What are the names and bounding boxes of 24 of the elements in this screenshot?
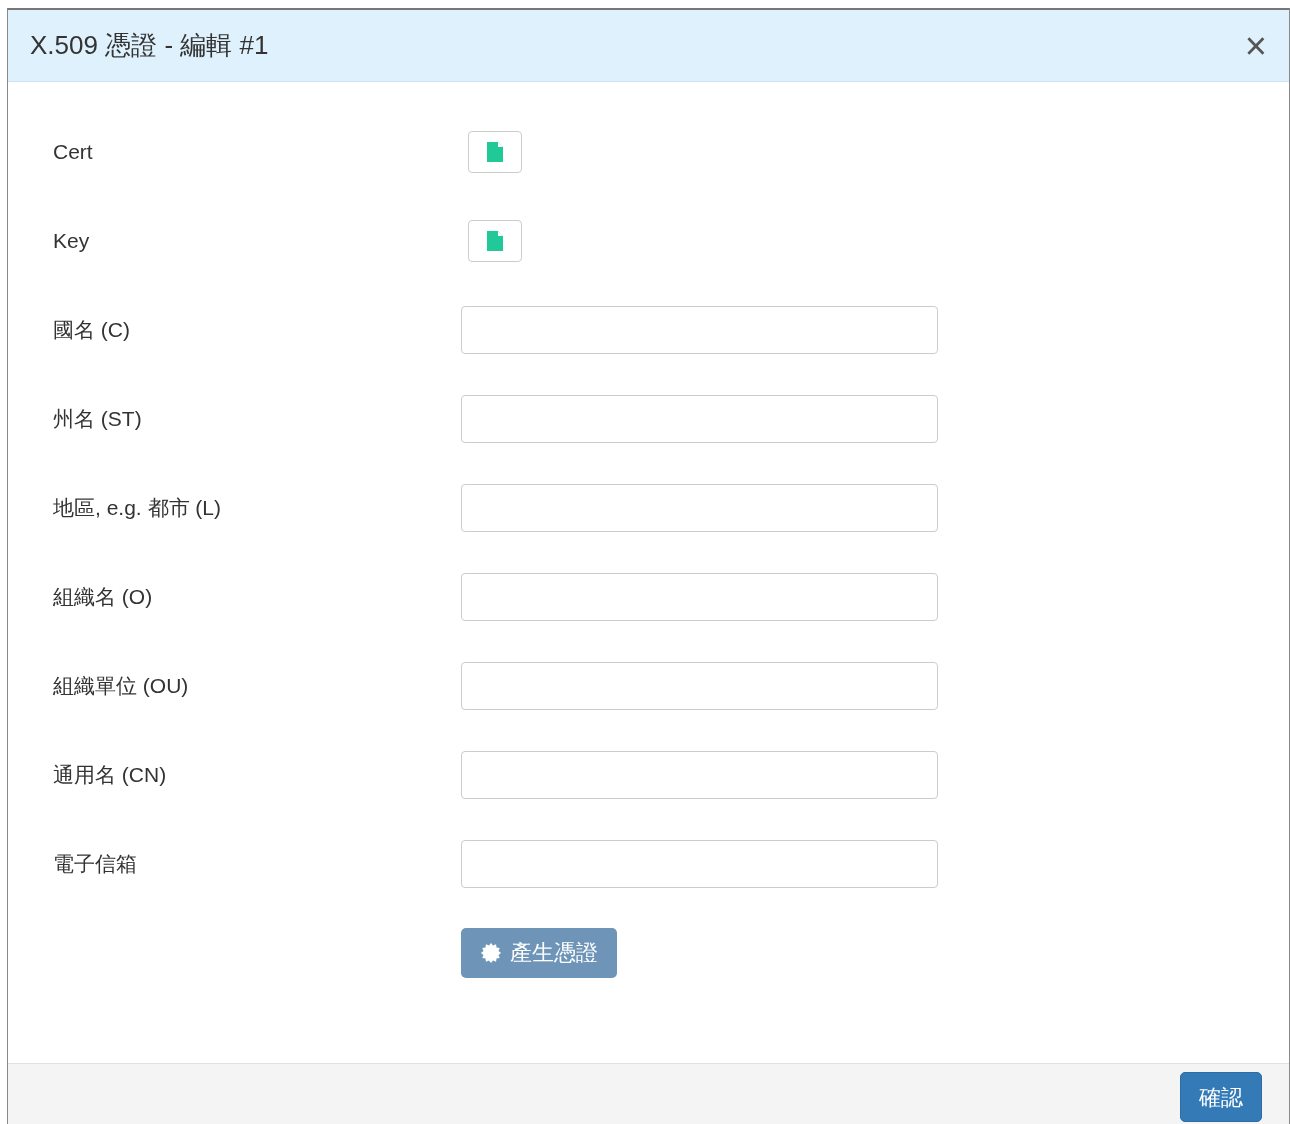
input-field[interactable] xyxy=(461,305,938,354)
file-icon xyxy=(487,141,503,162)
field-label: 電子信箱 xyxy=(52,850,138,877)
file-icon xyxy=(487,230,503,251)
field-label: Key xyxy=(52,227,91,254)
field-label: 地區, e.g. 都市 (L) xyxy=(52,494,223,521)
input-field[interactable] xyxy=(461,483,938,532)
input-field[interactable] xyxy=(461,572,938,621)
input-field[interactable] xyxy=(461,839,938,888)
field-label: 通用名 (CN) xyxy=(52,761,168,788)
file-button[interactable] xyxy=(468,130,522,173)
field-label: 組織名 (O) xyxy=(52,583,154,610)
starburst-icon xyxy=(480,941,502,964)
dialog-title: X.509 憑證 - 編輯 #1 xyxy=(30,29,269,62)
field-label: Cert xyxy=(52,138,94,165)
file-button[interactable] xyxy=(468,219,522,262)
field-label: 國名 (C) xyxy=(52,316,131,343)
field-label: 州名 (ST) xyxy=(52,405,143,432)
input-field[interactable] xyxy=(461,661,938,710)
input-field[interactable] xyxy=(461,750,938,799)
close-button[interactable]: × xyxy=(1244,26,1267,65)
confirm-button[interactable]: 確認 xyxy=(1180,1072,1262,1122)
input-field[interactable] xyxy=(461,394,938,443)
field-label: 組織單位 (OU) xyxy=(52,672,190,699)
